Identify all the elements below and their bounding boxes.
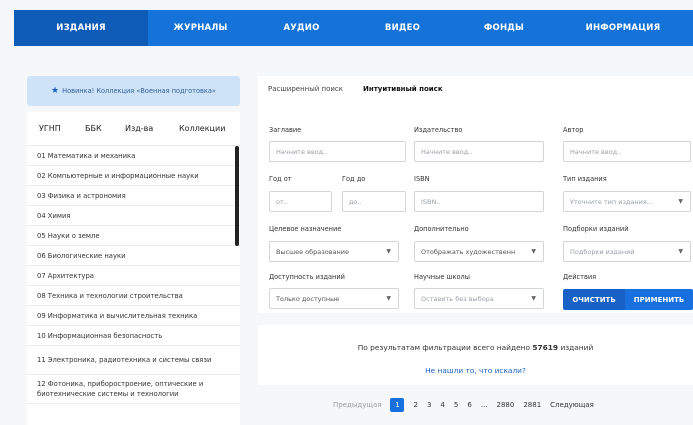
- announcement-text: Новинка! Коллекция «Военная подготовка»: [62, 87, 216, 95]
- availability-select[interactable]: Только доступные ▼: [269, 288, 399, 309]
- nav-item-editions[interactable]: ИЗДАНИЯ: [14, 10, 148, 46]
- category-item[interactable]: 04 Химия: [27, 206, 240, 226]
- nav-item-information[interactable]: ИНФОРМАЦИЯ: [553, 10, 693, 46]
- tab-advanced-search[interactable]: Расширенный поиск: [258, 76, 353, 102]
- edition-type-placeholder: Уточните тип издания...: [570, 197, 653, 206]
- nav-item-funds[interactable]: ФОНДЫ: [455, 10, 553, 46]
- tab-intuitive-search[interactable]: Интуитивный поиск: [353, 76, 453, 102]
- results-summary: По результатам фильтрации всего найдено …: [258, 343, 693, 352]
- prev-page-link[interactable]: Предыдущая: [333, 401, 381, 409]
- next-page-link[interactable]: Следующая: [550, 401, 594, 409]
- tab-bbk[interactable]: ББК: [85, 112, 125, 146]
- classification-tabs: УГНП ББК Изд-ва Коллекции: [27, 112, 240, 146]
- schools-label: Научные школы: [414, 273, 470, 281]
- isbn-input[interactable]: ISBN..: [414, 191, 544, 212]
- title-input[interactable]: Начните ввод..: [269, 141, 406, 162]
- author-label: Автор: [563, 126, 584, 134]
- category-item[interactable]: 09 Информатика и вычислительная техника: [27, 306, 240, 326]
- chevron-down-icon: ▼: [531, 248, 536, 255]
- year-to-label: Год до: [342, 175, 366, 183]
- category-panel: УГНП ББК Изд-ва Коллекции 01 Математика …: [27, 112, 240, 425]
- edition-type-label: Тип издания: [563, 175, 607, 183]
- top-navigation: ИЗДАНИЯ ЖУРНАЛЫ АУДИО ВИДЕО ФОНДЫ ИНФОРМ…: [14, 10, 693, 46]
- category-item[interactable]: 03 Физика и астрономия: [27, 186, 240, 206]
- chevron-down-icon: ▼: [386, 295, 391, 302]
- chevron-down-icon: ▼: [678, 198, 683, 205]
- isbn-label: ISBN: [414, 175, 430, 183]
- nav-item-journals[interactable]: ЖУРНАЛЫ: [148, 10, 253, 46]
- nav-item-video[interactable]: ВИДЕО: [350, 10, 455, 46]
- results-count: 57619: [532, 343, 559, 352]
- page-link[interactable]: 4: [440, 401, 444, 409]
- author-input[interactable]: Начните ввод..: [563, 141, 691, 162]
- tab-collections[interactable]: Коллекции: [179, 112, 225, 146]
- category-item[interactable]: 10 Информационная безопасность: [27, 326, 240, 346]
- collections-select[interactable]: Подборки изданий ▼: [563, 241, 691, 262]
- category-item[interactable]: 12 Фотоника, приборостроение, оптические…: [27, 375, 240, 404]
- page-link[interactable]: 3: [427, 401, 431, 409]
- additional-select[interactable]: Отображать художественн ▼: [414, 241, 544, 262]
- search-panel: Расширенный поиск Интуитивный поиск Загл…: [258, 76, 693, 313]
- apply-button[interactable]: ПРИМЕНИТЬ: [625, 289, 693, 310]
- category-item[interactable]: 11 Электроника, радиотехника и системы с…: [27, 346, 240, 375]
- schools-select[interactable]: Оставить без выбора ▼: [414, 288, 544, 309]
- availability-label: Доступность изданий: [269, 273, 345, 281]
- additional-value: Отображать художественн: [421, 247, 516, 256]
- page-link[interactable]: 2880: [497, 401, 515, 409]
- clear-button[interactable]: ОЧИСТИТЬ: [563, 289, 625, 310]
- page-link[interactable]: 6: [467, 401, 471, 409]
- chevron-down-icon: ▼: [531, 295, 536, 302]
- tab-ugnp[interactable]: УГНП: [39, 112, 85, 146]
- search-mode-tabs: Расширенный поиск Интуитивный поиск: [258, 76, 453, 102]
- page-link[interactable]: 2881: [523, 401, 541, 409]
- purpose-select[interactable]: Высшее образование ▼: [269, 241, 399, 262]
- category-item[interactable]: 02 Компьютерные и информационные науки: [27, 166, 240, 186]
- category-item[interactable]: 07 Архитектура: [27, 266, 240, 286]
- results-prefix: По результатам фильтрации всего найдено: [357, 343, 530, 352]
- category-list: 01 Математика и механика 02 Компьютерные…: [27, 146, 240, 404]
- purpose-value: Высшее образование: [276, 247, 349, 256]
- year-from-label: Год от: [269, 175, 292, 183]
- star-icon: ★: [51, 86, 60, 96]
- page-link-current[interactable]: 1: [390, 398, 405, 412]
- schools-placeholder: Оставить без выбора: [421, 294, 494, 303]
- title-label: Заглавие: [269, 126, 302, 134]
- collection-announcement[interactable]: ★ Новинка! Коллекция «Военная подготовка…: [27, 76, 240, 106]
- additional-label: Дополнительно: [414, 225, 469, 233]
- tab-publishers[interactable]: Изд-ва: [125, 112, 179, 146]
- category-item[interactable]: 06 Биологические науки: [27, 246, 240, 266]
- actions-label: Действия: [563, 273, 597, 281]
- category-item[interactable]: 05 Науки о земле: [27, 226, 240, 246]
- edition-type-select[interactable]: Уточните тип издания... ▼: [563, 191, 691, 212]
- collections-placeholder: Подборки изданий: [570, 247, 635, 256]
- results-panel: По результатам фильтрации всего найдено …: [258, 325, 693, 385]
- availability-value: Только доступные: [276, 294, 340, 303]
- page-link[interactable]: 2: [413, 401, 417, 409]
- chevron-down-icon: ▼: [678, 248, 683, 255]
- year-to-input[interactable]: до..: [342, 191, 406, 212]
- chevron-down-icon: ▼: [386, 248, 391, 255]
- results-suffix: изданий: [560, 343, 594, 352]
- category-item[interactable]: 08 Техника и технологии строительства: [27, 286, 240, 306]
- publisher-input[interactable]: Начните ввод..: [414, 141, 544, 162]
- page-link[interactable]: 5: [454, 401, 458, 409]
- publisher-label: Издательство: [414, 126, 463, 134]
- page-ellipsis: ...: [480, 401, 488, 409]
- category-item[interactable]: 01 Математика и механика: [27, 146, 240, 166]
- category-scrollbar[interactable]: [235, 146, 239, 246]
- year-from-input[interactable]: от..: [269, 191, 332, 212]
- purpose-label: Целевое назначение: [269, 225, 342, 233]
- collections-label: Подборки изданий: [563, 225, 629, 233]
- pagination: Предыдущая 1 2 3 4 5 6 ... 2880 2881 Сле…: [333, 398, 603, 412]
- nav-item-audio[interactable]: АУДИО: [253, 10, 350, 46]
- not-found-link[interactable]: Не нашли то, что искали?: [258, 366, 693, 375]
